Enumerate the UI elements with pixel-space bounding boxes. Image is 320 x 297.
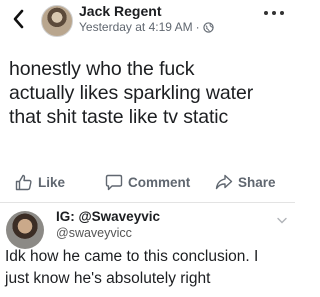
comment-label: Comment [128, 175, 191, 190]
comment-text-line: just know he's absolutely right [5, 270, 211, 287]
post-text-line: that shit taste like tv static [9, 106, 229, 128]
commenter-handle[interactable]: @swaveyvicc [56, 226, 132, 240]
commenter-avatar[interactable] [6, 211, 44, 249]
dot-icon [272, 11, 276, 15]
post-text-line: actually likes sparkling water [9, 82, 254, 104]
author-avatar[interactable] [41, 5, 73, 37]
post-text-line: honestly who the fuck [9, 58, 195, 80]
thumbs-up-icon [15, 174, 32, 191]
like-label: Like [38, 175, 66, 190]
post-header: Jack Regent Yesterday at 4:19 AM · [0, 0, 295, 44]
globe-icon [202, 21, 214, 33]
comment-bubble-icon [105, 174, 123, 191]
post-text: honestly who the fuck actually likes spa… [9, 57, 289, 129]
back-button[interactable] [9, 8, 27, 30]
meta-separator: · [195, 20, 200, 34]
comment-options-button[interactable] [277, 211, 287, 229]
share-arrow-icon [215, 174, 233, 190]
author-name[interactable]: Jack Regent [79, 3, 161, 19]
comment-text-line: Idk how he came to this conclusion. I [5, 248, 259, 265]
dot-icon [280, 11, 284, 15]
post-timestamp[interactable]: Yesterday at 4:19 AM [79, 20, 193, 34]
like-button[interactable]: Like [15, 174, 65, 191]
share-button[interactable]: Share [215, 174, 276, 190]
post-meta: Yesterday at 4:19 AM · [79, 20, 214, 34]
comment-text: Idk how he came to this conclusion. I ju… [5, 246, 293, 290]
commenter-name[interactable]: IG: @Swaveyvic [56, 209, 160, 224]
divider [0, 202, 295, 203]
chevron-left-icon [13, 9, 24, 29]
comment-button[interactable]: Comment [105, 174, 190, 191]
dot-icon [264, 11, 268, 15]
action-bar: Like Comment Share [0, 171, 295, 199]
more-options-button[interactable] [262, 6, 286, 20]
share-label: Share [238, 174, 276, 190]
chevron-down-icon [277, 217, 287, 224]
